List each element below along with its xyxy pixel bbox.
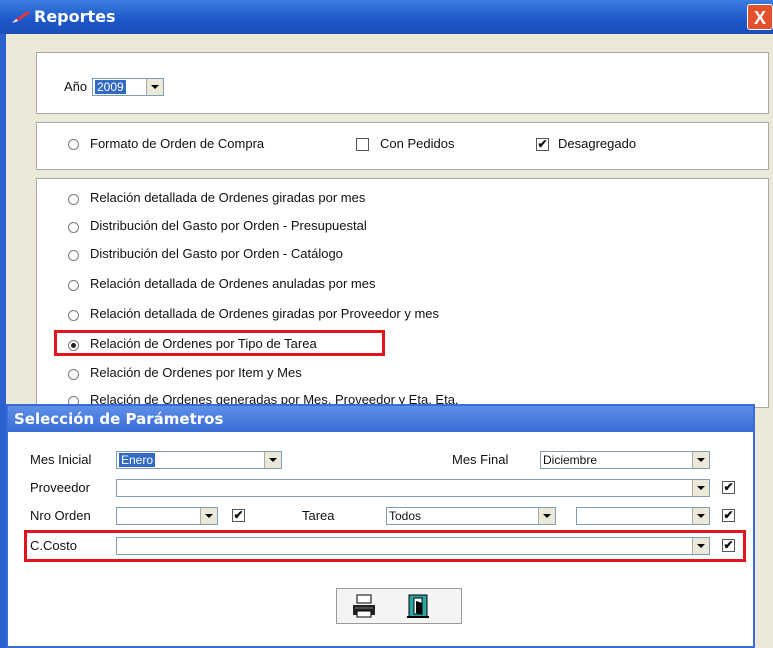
tarea-value: Todos: [389, 509, 422, 523]
reportes-window: Reportes X Año 2009 Formato de Orden de …: [0, 0, 773, 648]
check-icon: ✔: [233, 508, 244, 522]
check-icon: ✔: [723, 538, 734, 552]
printer-icon[interactable]: [351, 593, 377, 619]
report-radio[interactable]: [68, 280, 79, 291]
check-icon: ✔: [723, 480, 734, 494]
chevron-down-icon[interactable]: [146, 79, 163, 95]
report-label: Relación detallada de Ordenes giradas po…: [90, 190, 366, 205]
nro-orden-select[interactable]: [116, 507, 218, 525]
close-icon: X: [753, 8, 766, 28]
report-label: Distribución del Gasto por Orden - Catál…: [90, 246, 343, 261]
proveedor-select[interactable]: [116, 479, 710, 497]
close-button[interactable]: X: [747, 4, 773, 30]
report-label: Relación detallada de Ordenes anuladas p…: [90, 276, 376, 291]
chevron-down-icon[interactable]: [692, 452, 709, 468]
mes-inicial-value: Enero: [119, 453, 156, 467]
report-label: Distribución del Gasto por Orden - Presu…: [90, 218, 367, 233]
report-radio[interactable]: [68, 369, 79, 380]
report-label: Relación de Ordenes por Item y Mes: [90, 365, 302, 380]
title-bar: Reportes X: [0, 0, 773, 34]
chevron-down-icon[interactable]: [692, 538, 709, 554]
check-icon: ✔: [537, 137, 548, 151]
nro-orden-label: Nro Orden: [30, 508, 91, 523]
tarea-checkbox[interactable]: ✔: [722, 509, 735, 522]
chevron-down-icon[interactable]: [692, 480, 709, 496]
action-buttons-box: [336, 588, 462, 624]
chevron-down-icon[interactable]: [692, 508, 709, 524]
mes-inicial-select[interactable]: Enero: [116, 451, 282, 469]
report-radio[interactable]: [68, 250, 79, 261]
chevron-down-icon[interactable]: [200, 508, 217, 524]
proveedor-label: Proveedor: [30, 480, 90, 495]
desagregado-checkbox[interactable]: ✔: [536, 138, 549, 151]
mes-final-label: Mes Final: [452, 452, 509, 467]
report-radio[interactable]: [68, 310, 79, 321]
report-label-selected: Relación de Ordenes por Tipo de Tarea: [90, 336, 317, 351]
chevron-down-icon[interactable]: [264, 452, 281, 468]
exit-door-icon[interactable]: [405, 593, 431, 619]
format-radio[interactable]: [68, 139, 79, 150]
year-label: Año: [64, 79, 88, 94]
parameters-dialog-title: Selección de Parámetros: [14, 410, 224, 428]
con-pedidos-checkbox[interactable]: [356, 138, 369, 151]
desagregado-label: Desagregado: [558, 136, 637, 151]
report-radio[interactable]: [68, 222, 79, 233]
proveedor-checkbox[interactable]: ✔: [722, 481, 735, 494]
nro-orden-checkbox[interactable]: ✔: [232, 509, 245, 522]
report-radio-selected[interactable]: [68, 340, 79, 351]
ccosto-label: C.Costo: [30, 538, 77, 553]
mes-final-select[interactable]: Diciembre: [540, 451, 710, 469]
check-icon: ✔: [723, 508, 734, 522]
pen-icon: [12, 11, 30, 23]
tarea-select[interactable]: Todos: [386, 507, 556, 525]
ccosto-checkbox[interactable]: ✔: [722, 539, 735, 552]
year-select[interactable]: 2009: [92, 78, 164, 96]
tarea-label: Tarea: [302, 508, 335, 523]
con-pedidos-label: Con Pedidos: [380, 136, 455, 151]
window-title: Reportes: [34, 7, 116, 26]
tarea-detail-select[interactable]: [576, 507, 710, 525]
report-label: Relación detallada de Ordenes giradas po…: [90, 306, 440, 321]
mes-inicial-label: Mes Inicial: [30, 452, 92, 467]
mes-final-value: Diciembre: [543, 453, 598, 467]
parameters-dialog-title-bar: Selección de Parámetros: [8, 406, 753, 432]
format-radio-label: Formato de Orden de Compra: [90, 136, 265, 151]
chevron-down-icon[interactable]: [538, 508, 555, 524]
year-value: 2009: [95, 80, 126, 94]
ccosto-select[interactable]: [116, 537, 710, 555]
report-radio[interactable]: [68, 194, 79, 205]
